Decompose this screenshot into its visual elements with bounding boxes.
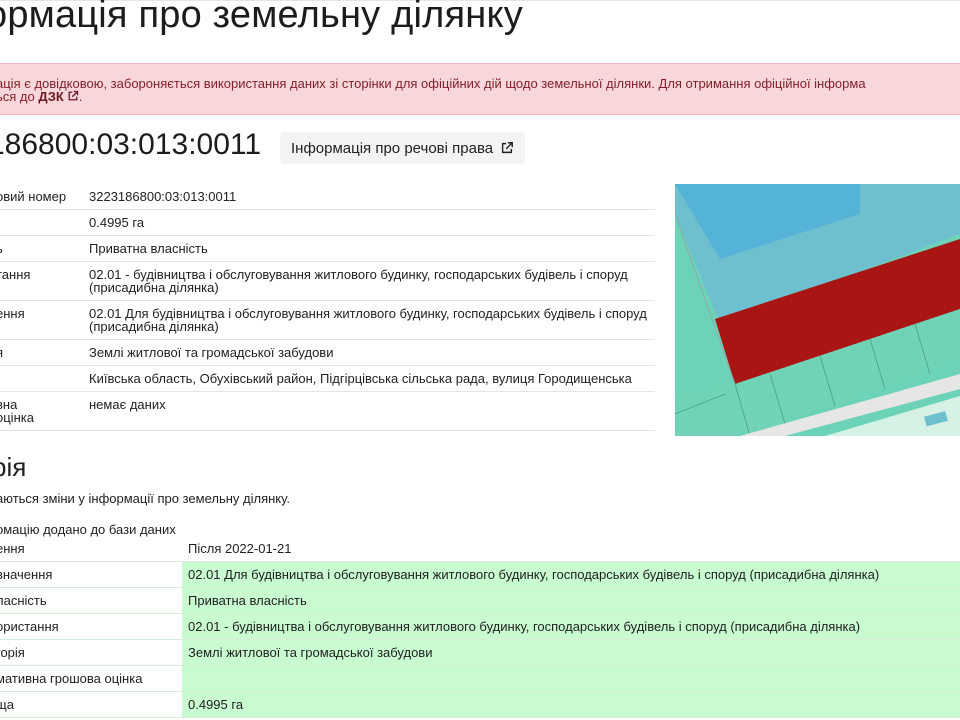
disclaimer-alert: ація є довідковою, забороняється викорис… bbox=[0, 63, 960, 115]
info-row-label: я bbox=[0, 339, 89, 366]
dzk-link-label: ДЗК bbox=[38, 89, 64, 104]
parcel-info-table: овий номер 3223186800:03:013:0011 0.4995 г… bbox=[0, 184, 655, 431]
info-row-label bbox=[0, 365, 89, 392]
info-row-value: Землі житлової та громадської забудови bbox=[89, 339, 655, 366]
history-row: ористання 02.01 - будівництва і обслугову… bbox=[0, 613, 960, 640]
property-rights-button[interactable]: Інформація про речові права bbox=[280, 132, 526, 164]
history-title: рія bbox=[0, 452, 27, 482]
info-row: яЗемлі житлової та громадської забудови bbox=[0, 339, 655, 366]
parcel-map[interactable] bbox=[675, 184, 960, 436]
history-row: енняПісля 2022-01-21 bbox=[0, 536, 960, 562]
info-row-label: ення bbox=[0, 300, 89, 340]
info-row: ення02.01 Для будівництва і обслуговуван… bbox=[0, 300, 655, 340]
info-row-value: 02.01 Для будівництва і обслуговування ж… bbox=[89, 300, 655, 340]
history-row-value: 0.4995 га bbox=[182, 691, 960, 718]
history-row-value: 02.01 Для будівництва і обслуговування ж… bbox=[182, 561, 960, 588]
history-row-label: вначення bbox=[0, 561, 182, 588]
info-row: 0.4995 га bbox=[0, 209, 655, 236]
info-row-value: Приватна власність bbox=[89, 235, 655, 262]
history-row-value bbox=[182, 665, 960, 692]
history-row-label: ення bbox=[0, 536, 182, 562]
history-added-label: омацію додано до бази даних bbox=[0, 522, 176, 537]
alert-text-suffix: . bbox=[78, 89, 83, 104]
info-row: тання02.01 - будівництва і обслуговуванн… bbox=[0, 261, 655, 301]
cadastral-number-heading: 186800:03:013:0011 bbox=[0, 128, 262, 161]
history-table: енняПісля 2022-01-21вначення02.01 Для бу… bbox=[0, 536, 960, 718]
info-row: вна оцінканемає даних bbox=[0, 391, 655, 431]
history-row-value: Після 2022-01-21 bbox=[182, 536, 960, 562]
history-row-label: мативна грошова оцінка bbox=[0, 665, 182, 692]
history-row-label: ласність bbox=[0, 587, 182, 614]
info-row-value: 0.4995 га bbox=[89, 209, 655, 236]
history-row: мативна грошова оцінка bbox=[0, 665, 960, 692]
property-rights-label: Інформація про речові права bbox=[291, 139, 494, 157]
info-row-label: овий номер bbox=[0, 184, 89, 210]
history-row: ща0.4995 га bbox=[0, 691, 960, 718]
info-row-value: 3223186800:03:013:0011 bbox=[89, 184, 655, 210]
alert-text-line2: ься до ДЗК. bbox=[0, 89, 82, 104]
external-link-icon bbox=[68, 90, 79, 101]
dzk-link[interactable]: ДЗК bbox=[38, 89, 79, 104]
info-row-label: вна оцінка bbox=[0, 391, 89, 431]
alert-text-line1: ація є довідковою, забороняється викорис… bbox=[0, 76, 866, 91]
history-row: вначення 02.01 Для будівництва і обслугов… bbox=[0, 561, 960, 588]
history-row: ласність Приватна власність bbox=[0, 587, 960, 614]
info-row: ьПриватна власність bbox=[0, 235, 655, 262]
info-row-label bbox=[0, 209, 89, 236]
map-canvas bbox=[675, 184, 960, 436]
info-row-label: ь bbox=[0, 235, 89, 262]
history-row-value: Приватна власність bbox=[182, 587, 960, 614]
history-row-label: горія bbox=[0, 639, 182, 666]
history-row-value: 02.01 - будівництва і обслуговування жит… bbox=[182, 613, 960, 640]
info-row-value: немає даних bbox=[89, 391, 655, 431]
history-row-label: ща bbox=[0, 691, 182, 718]
history-description: аються зміни у інформації про земельну д… bbox=[0, 491, 290, 506]
history-row-label: ористання bbox=[0, 613, 182, 640]
history-row: горіяЗемлі житлової та громадської забуд… bbox=[0, 639, 960, 666]
info-row-value: Київська область, Обухівський район, Під… bbox=[89, 365, 655, 392]
info-row-value: 02.01 - будівництва і обслуговування жит… bbox=[89, 261, 655, 301]
page-title: ормація про земельну ділянку bbox=[0, 0, 523, 36]
info-row: Київська область, Обухівський район, Під… bbox=[0, 365, 655, 392]
external-link-icon bbox=[502, 142, 514, 154]
history-row-value: Землі житлової та громадської забудови bbox=[182, 639, 960, 666]
info-row: овий номер 3223186800:03:013:0011 bbox=[0, 184, 655, 210]
alert-text-prefix: ься до bbox=[0, 89, 39, 104]
info-row-label: тання bbox=[0, 261, 89, 301]
